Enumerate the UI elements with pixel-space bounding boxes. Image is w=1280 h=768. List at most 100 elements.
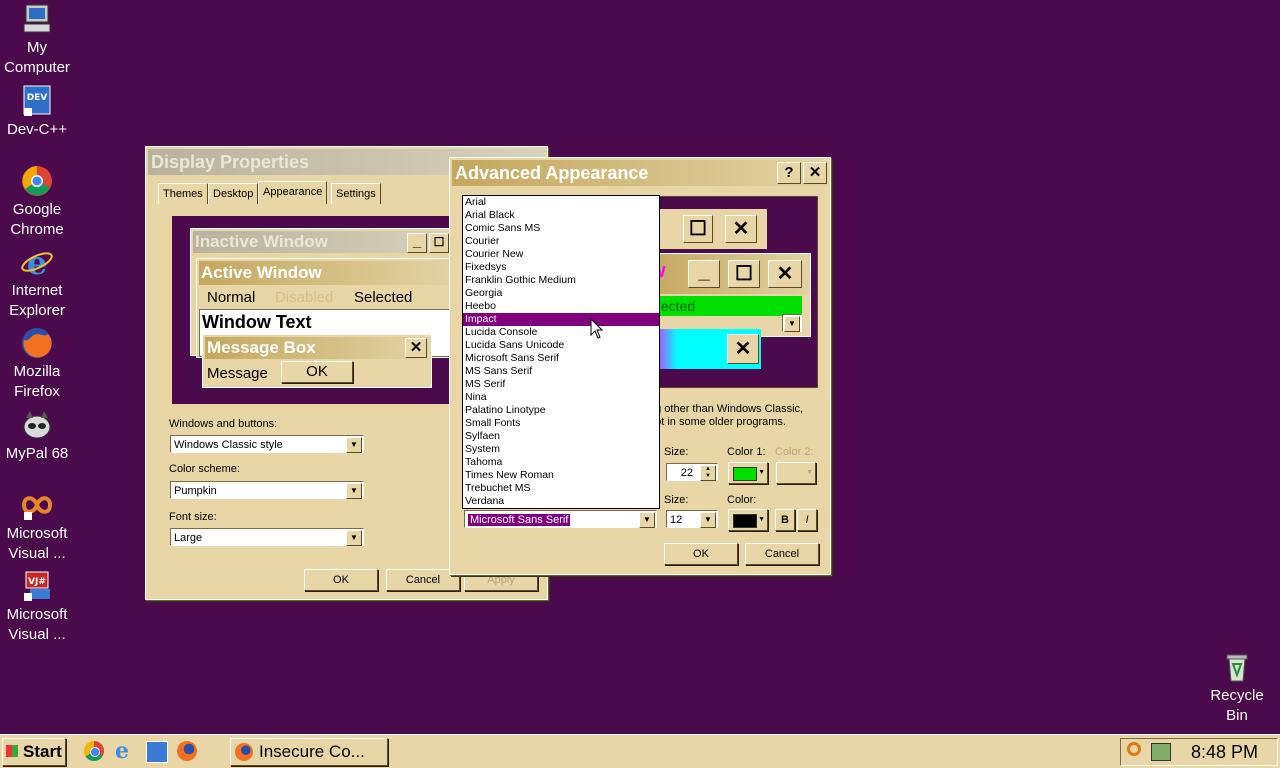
desktop-icon-visual-studio[interactable]: Microsoft Visual ...	[0, 488, 74, 564]
font-option[interactable]: Microsoft Sans Serif	[463, 352, 659, 365]
desktop-icon-label: Recycle	[1210, 687, 1264, 704]
compat-note-line2: ept in some older programs.	[649, 416, 786, 428]
tab-themes[interactable]: Themes	[158, 183, 208, 204]
font-option[interactable]: Heebo	[463, 300, 659, 313]
clock[interactable]: 8:48 PM	[1191, 741, 1258, 763]
font-dropdown-list[interactable]: Arial Arial Black Comic Sans MS Courier …	[462, 195, 660, 509]
desktop-icon-label: Dev-C++	[6, 121, 68, 138]
font-option[interactable]: Palatino Linotype	[463, 404, 659, 417]
font-option[interactable]: Lucida Console	[463, 326, 659, 339]
font-option[interactable]: Nina	[463, 391, 659, 404]
advanced-cancel-button[interactable]: Cancel	[745, 543, 819, 565]
font-option[interactable]: Verdana	[463, 495, 659, 508]
font-option[interactable]: Courier	[463, 235, 659, 248]
desktop-icon-label: MyPal 68	[5, 445, 69, 462]
desktop-icon-mypal[interactable]: MyPal 68	[0, 408, 74, 464]
chevron-down-icon[interactable]: ▼	[639, 512, 655, 528]
font-size-value: Large	[174, 532, 203, 544]
chevron-down-icon[interactable]: ▼	[346, 437, 362, 453]
taskbar-task-button[interactable]: Insecure Co...	[230, 738, 388, 766]
font-option-highlighted[interactable]: Impact	[463, 313, 659, 326]
quicklaunch-chrome-icon[interactable]	[84, 741, 104, 761]
font-option[interactable]: Arial Black	[463, 209, 659, 222]
font-size-select[interactable]: 12 ▼	[666, 510, 718, 528]
preview-scroll-arrow: ▼	[782, 314, 802, 332]
desktop-icon-label: Internet	[11, 282, 63, 299]
font-option[interactable]: Franklin Gothic Medium	[463, 274, 659, 287]
italic-button[interactable]: I	[797, 509, 817, 531]
color2-picker[interactable]: ▼	[776, 462, 816, 484]
quicklaunch-explorer-icon[interactable]	[146, 741, 168, 763]
font-size-select[interactable]: Large ▼	[170, 528, 364, 546]
color1-picker[interactable]: ▼	[728, 462, 768, 484]
display-ok-button[interactable]: OK	[304, 569, 378, 591]
advanced-appearance-titlebar[interactable]: Advanced Appearance	[452, 160, 828, 186]
desktop-icon-recycle-bin[interactable]: Recycle Bin	[1200, 650, 1274, 726]
desktop-icon-label: Chrome	[10, 221, 64, 238]
preview-menu-disabled: Disabled	[275, 289, 334, 306]
font-option[interactable]: Lucida Sans Unicode	[463, 339, 659, 352]
font-option[interactable]: Arial	[463, 196, 659, 209]
tab-settings[interactable]: Settings	[331, 183, 381, 204]
font-option[interactable]: MS Serif	[463, 378, 659, 391]
font-option[interactable]: Small Fonts	[463, 417, 659, 430]
font-option[interactable]: Trebuchet MS	[463, 482, 659, 495]
color-scheme-value: Pumpkin	[174, 485, 217, 497]
font-option[interactable]: System	[463, 443, 659, 456]
desktop-icon-label: Microsoft	[6, 606, 68, 623]
start-button[interactable]: Start	[2, 738, 66, 766]
font-option[interactable]: Tahoma	[463, 456, 659, 469]
close-icon: ✕	[768, 260, 802, 288]
preview-message-box: ✕	[649, 329, 761, 369]
tab-appearance[interactable]: Appearance	[258, 181, 328, 204]
desktop-icon-firefox[interactable]: Mozilla Firefox	[0, 326, 74, 402]
font-color-picker[interactable]: ▼	[728, 509, 768, 531]
ie-icon: e	[20, 244, 54, 282]
chevron-down-icon[interactable]: ▼	[700, 512, 716, 528]
help-button[interactable]: ?	[777, 162, 801, 184]
close-button[interactable]: ✕	[803, 162, 827, 184]
chevron-down-icon[interactable]: ▼	[346, 483, 362, 499]
font-option[interactable]: Georgia	[463, 287, 659, 300]
visual-jsharp-icon: VJ#	[20, 569, 54, 603]
desktop-icon-ie[interactable]: e Internet Explorer	[0, 244, 74, 321]
chevron-down-icon[interactable]: ▼	[346, 530, 362, 546]
svg-text:e: e	[27, 245, 47, 279]
bold-button[interactable]: B	[775, 509, 795, 531]
quicklaunch-firefox-icon[interactable]	[177, 741, 197, 761]
color1-label: Color 1:	[727, 446, 766, 458]
advanced-ok-button[interactable]: OK	[664, 543, 738, 565]
font-size-label: Size:	[664, 494, 689, 506]
font-select[interactable]: Microsoft Sans Serif ▼	[464, 510, 657, 528]
font-option[interactable]: MS Sans Serif	[463, 365, 659, 378]
desktop-icon-devcpp[interactable]: DEV Dev-C++	[0, 84, 74, 140]
font-option[interactable]: Fixedsys	[463, 261, 659, 274]
color-scheme-label: Color scheme:	[169, 463, 240, 475]
desktop-icon-chrome[interactable]: Google Chrome	[0, 164, 74, 240]
preview-active-title-fragment: w _ ☐ ✕	[650, 254, 810, 294]
color2-label: Color 2:	[775, 446, 814, 458]
preview-window-text: Window Text	[202, 312, 312, 332]
font-option[interactable]: Sylfaen	[463, 430, 659, 443]
desktop-icon-visual-jsharp[interactable]: VJ# Microsoft Visual ...	[0, 569, 74, 645]
item-size-value: 22	[680, 467, 693, 479]
appearance-preview: Inactive Window _ ☐ Active Window Normal…	[172, 216, 454, 404]
taskbar-task-label: Insecure Co...	[259, 742, 365, 761]
spinner-arrows-icon[interactable]: ▲ ▼	[700, 465, 716, 481]
desktop-icon-label: Visual ...	[8, 626, 66, 643]
chevron-down-icon: ▼	[806, 469, 813, 476]
search-tray-icon[interactable]	[1127, 742, 1141, 756]
font-option[interactable]: Times New Roman	[463, 469, 659, 482]
windows-buttons-select[interactable]: Windows Classic style ▼	[170, 435, 364, 453]
desktop-icon-my-computer[interactable]: My Computer	[0, 2, 74, 78]
font-size-value: 12	[670, 514, 683, 526]
item-size-spinner[interactable]: 22 ▲ ▼	[666, 463, 718, 481]
quicklaunch-ie-icon[interactable]: e	[115, 740, 137, 762]
tab-desktop[interactable]: Desktop	[208, 183, 259, 204]
font-option[interactable]: Comic Sans MS	[463, 222, 659, 235]
color-scheme-select[interactable]: Pumpkin ▼	[170, 481, 364, 499]
network-tray-icon[interactable]	[1151, 743, 1171, 761]
close-icon: ✕	[725, 215, 757, 243]
font-option[interactable]: Courier New	[463, 248, 659, 261]
firefox-icon	[20, 326, 54, 360]
